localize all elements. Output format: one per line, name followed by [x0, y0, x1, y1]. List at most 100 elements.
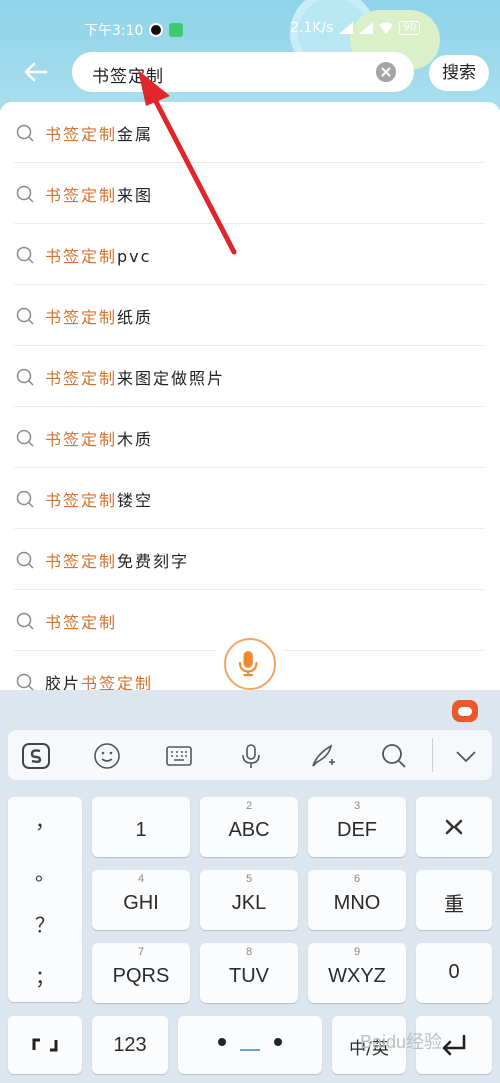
- suggestion-item[interactable]: 书签定制金属: [14, 102, 484, 163]
- signal-icon: [359, 22, 374, 34]
- search-icon: [16, 673, 34, 690]
- key-9-wxyz[interactable]: 9 WXYZ: [308, 943, 406, 1003]
- key-8-tuv[interactable]: 8 TUV: [200, 943, 298, 1003]
- header: 下午3:10 2.1K/s 90 书签定制 搜索: [0, 0, 500, 110]
- keyboard: ， 。 ？ ； 1 2 ABC 3 DEF 4 GHI 5 JKL 6 MNO …: [0, 690, 500, 1083]
- search-icon: [16, 307, 34, 325]
- symbols-key[interactable]: [8, 1016, 82, 1074]
- notification-dot-icon: [149, 23, 164, 37]
- suggestion-text: 胶片书签定制: [45, 670, 153, 690]
- suggestion-suffix: 镂空: [117, 491, 154, 510]
- punctuation-column[interactable]: ， 。 ？ ；: [8, 797, 82, 1002]
- suggestion-text: 书签定制: [45, 609, 117, 633]
- search-icon[interactable]: [380, 742, 408, 770]
- delete-icon: [445, 819, 463, 835]
- watermark: Baidu经验: [360, 1032, 443, 1052]
- delete-key[interactable]: [416, 797, 492, 857]
- search-input[interactable]: 书签定制: [72, 52, 414, 92]
- punct-period[interactable]: 。: [8, 857, 82, 886]
- status-time: 下午3:10: [84, 23, 144, 39]
- suggestion-item[interactable]: 书签定制木质: [14, 407, 484, 468]
- toolbar-divider: [432, 738, 433, 772]
- suggestion-highlight: 书签定制: [81, 674, 154, 690]
- search-icon: [16, 185, 34, 203]
- voice-search-button[interactable]: [224, 638, 276, 690]
- key-4-ghi[interactable]: 4 GHI: [92, 870, 190, 930]
- microphone-icon: [238, 651, 258, 677]
- chevron-down-icon[interactable]: [452, 742, 480, 770]
- suggestion-suffix: 纸质: [117, 308, 154, 327]
- suggestion-text: 书签定制金属: [45, 121, 153, 145]
- key-5-jkl[interactable]: 5 JKL: [200, 870, 298, 930]
- suggestion-item[interactable]: 书签定制来图定做照片: [14, 346, 484, 407]
- space-key[interactable]: [178, 1016, 322, 1074]
- suggestion-highlight: 书签定制: [45, 308, 118, 327]
- suggestion-suffix: 来图: [117, 186, 154, 205]
- space-icon: [218, 1038, 282, 1051]
- suggestion-highlight: 书签定制: [45, 430, 118, 449]
- bracket-icon: [32, 1038, 58, 1052]
- keyboard-icon[interactable]: [165, 742, 193, 770]
- suggestion-item[interactable]: 书签定制来图: [14, 163, 484, 224]
- suggestion-highlight: 书签定制: [45, 369, 118, 388]
- search-icon: [16, 368, 34, 386]
- handwriting-icon[interactable]: [309, 742, 337, 770]
- app-notification-icon: [169, 23, 184, 37]
- punct-comma[interactable]: ，: [8, 805, 82, 834]
- back-arrow-icon[interactable]: [20, 56, 52, 88]
- key-7-pqrs[interactable]: 7 PQRS: [92, 943, 190, 1003]
- net-speed: 2.1K/s: [290, 20, 334, 36]
- search-button[interactable]: 搜索: [429, 55, 489, 91]
- punct-question[interactable]: ？: [8, 909, 82, 938]
- suggestion-suffix: pvc: [117, 247, 152, 266]
- suggestion-suffix: 木质: [117, 430, 154, 449]
- keyboard-toolbar: [8, 730, 492, 780]
- num-switch-key[interactable]: 123: [92, 1016, 168, 1074]
- search-icon: [16, 551, 34, 569]
- key-3-def[interactable]: 3 DEF: [308, 797, 406, 857]
- suggestion-highlight: 书签定制: [45, 125, 118, 144]
- search-icon: [16, 124, 34, 142]
- signal-icon: [339, 22, 354, 34]
- battery-indicator: 90: [399, 21, 421, 35]
- suggestion-highlight: 书签定制: [45, 613, 118, 632]
- suggestion-prefix: 胶片: [45, 674, 82, 690]
- microphone-icon[interactable]: [237, 742, 265, 770]
- search-icon: [16, 612, 34, 630]
- suggestion-text: 书签定制来图定做照片: [45, 365, 225, 389]
- clear-icon[interactable]: [376, 62, 396, 82]
- suggestion-text: 书签定制镂空: [45, 487, 153, 511]
- status-bar: 下午3:10 2.1K/s 90: [0, 14, 500, 42]
- suggestion-text: 书签定制木质: [45, 426, 153, 450]
- search-icon: [16, 429, 34, 447]
- suggestion-suffix: 金属: [117, 125, 154, 144]
- suggestion-highlight: 书签定制: [45, 552, 118, 571]
- keyboard-mascot-icon[interactable]: [452, 700, 478, 722]
- suggestion-text: 书签定制纸质: [45, 304, 153, 328]
- punct-semicolon[interactable]: ；: [8, 961, 82, 990]
- suggestion-item[interactable]: 书签定制免费刻字: [14, 529, 484, 590]
- key-6-mno[interactable]: 6 MNO: [308, 870, 406, 930]
- suggestion-item[interactable]: 书签定制纸质: [14, 285, 484, 346]
- reenter-key[interactable]: 重: [416, 870, 492, 930]
- search-icon: [16, 490, 34, 508]
- suggestion-highlight: 书签定制: [45, 186, 118, 205]
- suggestion-suffix: 免费刻字: [117, 552, 190, 571]
- suggestion-list: 书签定制金属 书签定制来图 书签定制pvc 书签定制纸质 书签定制来图定做照片 书签定制木…: [0, 102, 500, 690]
- suggestion-highlight: 书签定制: [45, 491, 118, 510]
- suggestion-suffix: 来图定做照片: [117, 369, 226, 388]
- search-query: 书签定制: [92, 67, 164, 87]
- suggestion-text: 书签定制来图: [45, 182, 153, 206]
- key-1[interactable]: 1: [92, 797, 190, 857]
- key-2-abc[interactable]: 2 ABC: [200, 797, 298, 857]
- suggestion-highlight: 书签定制: [45, 247, 118, 266]
- sogou-logo-icon[interactable]: [22, 742, 50, 770]
- suggestion-item[interactable]: 书签定制pvc: [14, 224, 484, 285]
- emoji-icon[interactable]: [93, 742, 121, 770]
- suggestion-text: 书签定制pvc: [45, 243, 151, 267]
- search-icon: [16, 246, 34, 264]
- wifi-icon: [379, 22, 394, 34]
- key-0[interactable]: 0: [416, 943, 492, 1003]
- suggestion-text: 书签定制免费刻字: [45, 548, 189, 572]
- suggestion-item[interactable]: 书签定制镂空: [14, 468, 484, 529]
